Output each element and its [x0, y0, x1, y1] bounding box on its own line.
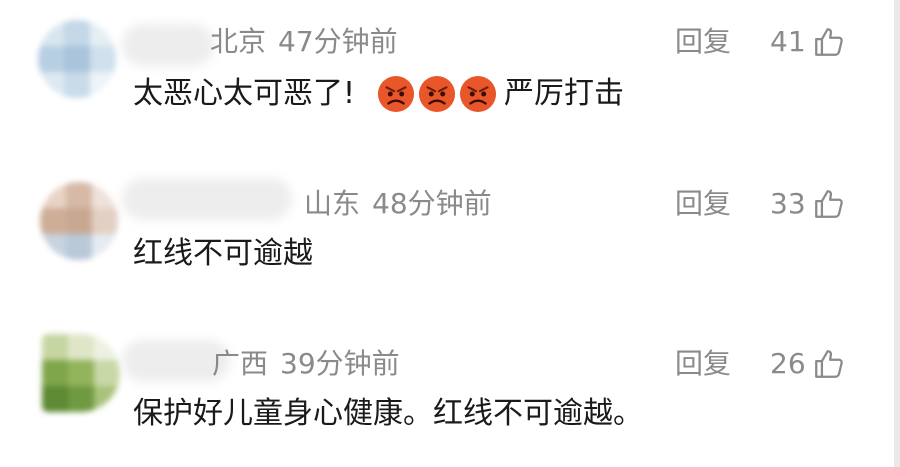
like-count: 41 [770, 25, 806, 58]
comment-text: 太恶心太可恶了! 严厉打击 [133, 75, 625, 113]
scrollbar-track[interactable] [894, 0, 900, 467]
comment-meta: 山东 48分钟前 [304, 184, 492, 224]
like-button[interactable]: 26 [770, 344, 846, 384]
avatar[interactable] [40, 182, 118, 260]
like-button[interactable]: 33 [770, 184, 846, 224]
location: 山东 [304, 187, 361, 220]
comment-item: 广西 39分钟前 回复 26 保护好儿童身心健康。红线不可逾越。 [0, 300, 880, 467]
reply-button[interactable]: 回复 [675, 344, 731, 384]
angry-face-icon [459, 75, 497, 113]
avatar[interactable] [38, 20, 116, 98]
location: 广西 [212, 347, 269, 380]
like-count: 33 [770, 187, 806, 220]
comment-item: 山东 48分钟前 回复 33 红线不可逾越 [0, 140, 880, 300]
location: 北京 [210, 25, 267, 58]
timestamp: 39分钟前 [280, 347, 400, 380]
angry-face-icon [377, 75, 415, 113]
timestamp: 47分钟前 [278, 25, 398, 58]
thumbs-up-icon [814, 350, 843, 378]
comment-meta: 北京 47分钟前 [210, 22, 398, 62]
angry-face-icon [418, 75, 456, 113]
comment-text: 红线不可逾越 [133, 236, 313, 271]
like-count: 26 [770, 347, 806, 380]
comment-item: 北京 47分钟前 回复 41 太恶心太可恶了! 严厉打击 [0, 0, 880, 140]
thumbs-up-icon [814, 28, 843, 56]
username-blurred[interactable] [122, 24, 214, 66]
like-button[interactable]: 41 [770, 22, 846, 62]
thumbs-up-icon [814, 190, 843, 218]
avatar[interactable] [42, 334, 120, 412]
username-blurred[interactable] [122, 178, 292, 220]
comment-text: 保护好儿童身心健康。红线不可逾越。 [133, 396, 643, 431]
comment-meta: 广西 39分钟前 [212, 344, 400, 384]
reply-button[interactable]: 回复 [675, 184, 731, 224]
reply-button[interactable]: 回复 [675, 22, 731, 62]
timestamp: 48分钟前 [372, 187, 492, 220]
